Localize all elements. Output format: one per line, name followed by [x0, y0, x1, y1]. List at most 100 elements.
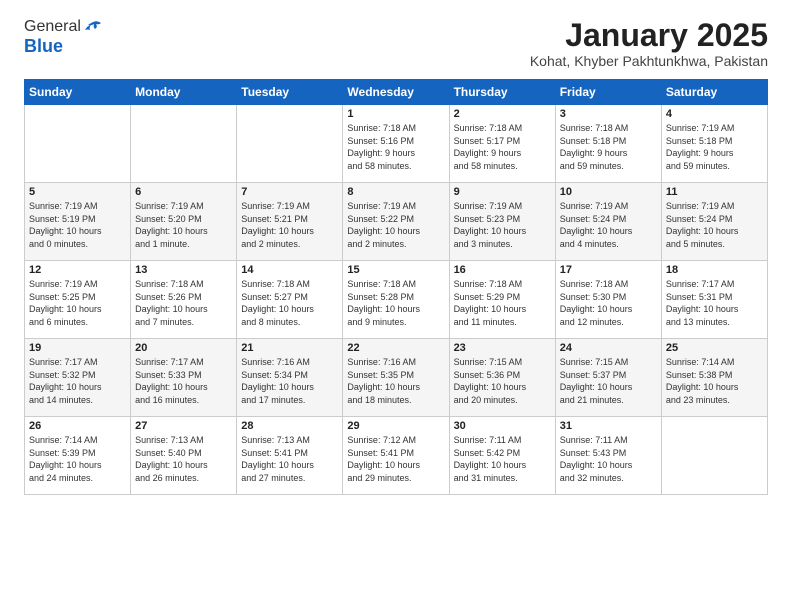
day-info: Sunrise: 7:17 AM Sunset: 5:31 PM Dayligh…: [666, 278, 763, 328]
day-info: Sunrise: 7:11 AM Sunset: 5:43 PM Dayligh…: [560, 434, 657, 484]
calendar-cell: [237, 105, 343, 183]
calendar-cell: 2Sunrise: 7:18 AM Sunset: 5:17 PM Daylig…: [449, 105, 555, 183]
day-info: Sunrise: 7:11 AM Sunset: 5:42 PM Dayligh…: [454, 434, 551, 484]
calendar-cell: 12 Sunrise: 7:19 AM Sunset: 5:25 PM Dayli…: [25, 261, 131, 339]
calendar-cell: 11Sunrise: 7:19 AM Sunset: 5:24 PM Dayli…: [661, 183, 767, 261]
day-number: 7: [241, 186, 338, 198]
calendar-cell: 1 Sunrise: 7:18 AM Sunset: 5:16 PM Daylig…: [343, 105, 449, 183]
day-info: Sunrise: 7:19 AM Sunset: 5:20 PM Dayligh…: [135, 200, 232, 250]
day-number: 15: [347, 264, 444, 276]
day-info: Sunrise: 7:17 AM Sunset: 5:33 PM Dayligh…: [135, 356, 232, 406]
day-info: Sunrise: 7:16 AM Sunset: 5:35 PM Dayligh…: [347, 356, 444, 406]
day-number: 19: [29, 342, 126, 354]
day-info: Sunrise: 7:19 AM Sunset: 5:18 PM Dayligh…: [666, 122, 763, 172]
logo-bird-icon: [83, 20, 103, 34]
logo: General Blue: [24, 18, 103, 57]
calendar-cell: 3Sunrise: 7:18 AM Sunset: 5:18 PM Daylig…: [555, 105, 661, 183]
calendar-cell: 4 Sunrise: 7:19 AM Sunset: 5:18 PM Daylig…: [661, 105, 767, 183]
calendar-cell: 21Sunrise: 7:16 AM Sunset: 5:34 PM Dayli…: [237, 339, 343, 417]
calendar-week-row: 5Sunrise: 7:19 AM Sunset: 5:19 PM Daylig…: [25, 183, 768, 261]
day-number: 9: [454, 186, 551, 198]
calendar-cell: 25 Sunrise: 7:14 AM Sunset: 5:38 PM Dayli…: [661, 339, 767, 417]
day-info: Sunrise: 7:19 AM Sunset: 5:22 PM Dayligh…: [347, 200, 444, 250]
day-number: 29: [347, 420, 444, 432]
calendar-cell: 22 Sunrise: 7:16 AM Sunset: 5:35 PM Dayli…: [343, 339, 449, 417]
calendar-cell: 7 Sunrise: 7:19 AM Sunset: 5:21 PM Daylig…: [237, 183, 343, 261]
calendar-cell: [131, 105, 237, 183]
day-number: 4: [666, 108, 763, 120]
logo-general-text: General: [24, 18, 81, 36]
day-number: 21: [241, 342, 338, 354]
calendar-cell: 19 Sunrise: 7:17 AM Sunset: 5:32 PM Dayli…: [25, 339, 131, 417]
calendar-cell: [25, 105, 131, 183]
calendar-cell: 26 Sunrise: 7:14 AM Sunset: 5:39 PM Dayli…: [25, 417, 131, 495]
weekday-header-row: SundayMondayTuesdayWednesdayThursdayFrid…: [25, 80, 768, 105]
day-info: Sunrise: 7:18 AM Sunset: 5:16 PM Dayligh…: [347, 122, 444, 172]
day-number: 24: [560, 342, 657, 354]
weekday-header-tuesday: Tuesday: [237, 80, 343, 105]
day-number: 25: [666, 342, 763, 354]
calendar-cell: 10 Sunrise: 7:19 AM Sunset: 5:24 PM Dayli…: [555, 183, 661, 261]
day-number: 8: [347, 186, 444, 198]
day-number: 5: [29, 186, 126, 198]
day-number: 22: [347, 342, 444, 354]
calendar-cell: 20 Sunrise: 7:17 AM Sunset: 5:33 PM Dayli…: [131, 339, 237, 417]
day-number: 26: [29, 420, 126, 432]
calendar-cell: 14 Sunrise: 7:18 AM Sunset: 5:27 PM Dayli…: [237, 261, 343, 339]
calendar-cell: 13 Sunrise: 7:18 AM Sunset: 5:26 PM Dayli…: [131, 261, 237, 339]
day-info: Sunrise: 7:14 AM Sunset: 5:38 PM Dayligh…: [666, 356, 763, 406]
day-number: 17: [560, 264, 657, 276]
calendar-week-row: 12 Sunrise: 7:19 AM Sunset: 5:25 PM Dayli…: [25, 261, 768, 339]
calendar-cell: 17 Sunrise: 7:18 AM Sunset: 5:30 PM Dayli…: [555, 261, 661, 339]
day-info: Sunrise: 7:19 AM Sunset: 5:24 PM Dayligh…: [560, 200, 657, 250]
calendar-cell: 6 Sunrise: 7:19 AM Sunset: 5:20 PM Daylig…: [131, 183, 237, 261]
calendar-cell: 29 Sunrise: 7:12 AM Sunset: 5:41 PM Dayli…: [343, 417, 449, 495]
calendar-week-row: 26 Sunrise: 7:14 AM Sunset: 5:39 PM Dayli…: [25, 417, 768, 495]
calendar-cell: 5Sunrise: 7:19 AM Sunset: 5:19 PM Daylig…: [25, 183, 131, 261]
day-info: Sunrise: 7:19 AM Sunset: 5:25 PM Dayligh…: [29, 278, 126, 328]
day-number: 18: [666, 264, 763, 276]
calendar-cell: 15Sunrise: 7:18 AM Sunset: 5:28 PM Dayli…: [343, 261, 449, 339]
weekday-header-saturday: Saturday: [661, 80, 767, 105]
day-number: 13: [135, 264, 232, 276]
day-info: Sunrise: 7:14 AM Sunset: 5:39 PM Dayligh…: [29, 434, 126, 484]
day-info: Sunrise: 7:17 AM Sunset: 5:32 PM Dayligh…: [29, 356, 126, 406]
calendar-cell: 18 Sunrise: 7:17 AM Sunset: 5:31 PM Dayli…: [661, 261, 767, 339]
header: General Blue January 2025 Kohat, Khyber …: [24, 18, 768, 69]
calendar-table: SundayMondayTuesdayWednesdayThursdayFrid…: [24, 79, 768, 495]
day-info: Sunrise: 7:13 AM Sunset: 5:40 PM Dayligh…: [135, 434, 232, 484]
weekday-header-sunday: Sunday: [25, 80, 131, 105]
calendar-cell: 24 Sunrise: 7:15 AM Sunset: 5:37 PM Dayli…: [555, 339, 661, 417]
day-number: 27: [135, 420, 232, 432]
day-info: Sunrise: 7:18 AM Sunset: 5:27 PM Dayligh…: [241, 278, 338, 328]
page: General Blue January 2025 Kohat, Khyber …: [0, 0, 792, 612]
day-info: Sunrise: 7:12 AM Sunset: 5:41 PM Dayligh…: [347, 434, 444, 484]
day-number: 11: [666, 186, 763, 198]
day-info: Sunrise: 7:18 AM Sunset: 5:18 PM Dayligh…: [560, 122, 657, 172]
day-info: Sunrise: 7:15 AM Sunset: 5:36 PM Dayligh…: [454, 356, 551, 406]
day-number: 20: [135, 342, 232, 354]
calendar-cell: 28 Sunrise: 7:13 AM Sunset: 5:41 PM Dayli…: [237, 417, 343, 495]
day-info: Sunrise: 7:15 AM Sunset: 5:37 PM Dayligh…: [560, 356, 657, 406]
day-info: Sunrise: 7:18 AM Sunset: 5:30 PM Dayligh…: [560, 278, 657, 328]
day-number: 2: [454, 108, 551, 120]
day-number: 30: [454, 420, 551, 432]
logo-blue-text: Blue: [24, 36, 63, 57]
title-block: January 2025 Kohat, Khyber Pakhtunkhwa, …: [530, 18, 768, 69]
day-info: Sunrise: 7:18 AM Sunset: 5:26 PM Dayligh…: [135, 278, 232, 328]
day-info: Sunrise: 7:13 AM Sunset: 5:41 PM Dayligh…: [241, 434, 338, 484]
day-number: 1: [347, 108, 444, 120]
weekday-header-friday: Friday: [555, 80, 661, 105]
day-number: 14: [241, 264, 338, 276]
day-number: 28: [241, 420, 338, 432]
calendar-cell: [661, 417, 767, 495]
day-number: 6: [135, 186, 232, 198]
calendar-cell: 23Sunrise: 7:15 AM Sunset: 5:36 PM Dayli…: [449, 339, 555, 417]
weekday-header-monday: Monday: [131, 80, 237, 105]
day-number: 31: [560, 420, 657, 432]
day-info: Sunrise: 7:19 AM Sunset: 5:21 PM Dayligh…: [241, 200, 338, 250]
calendar-week-row: 19 Sunrise: 7:17 AM Sunset: 5:32 PM Dayli…: [25, 339, 768, 417]
calendar-week-row: 1 Sunrise: 7:18 AM Sunset: 5:16 PM Daylig…: [25, 105, 768, 183]
day-number: 12: [29, 264, 126, 276]
day-number: 10: [560, 186, 657, 198]
